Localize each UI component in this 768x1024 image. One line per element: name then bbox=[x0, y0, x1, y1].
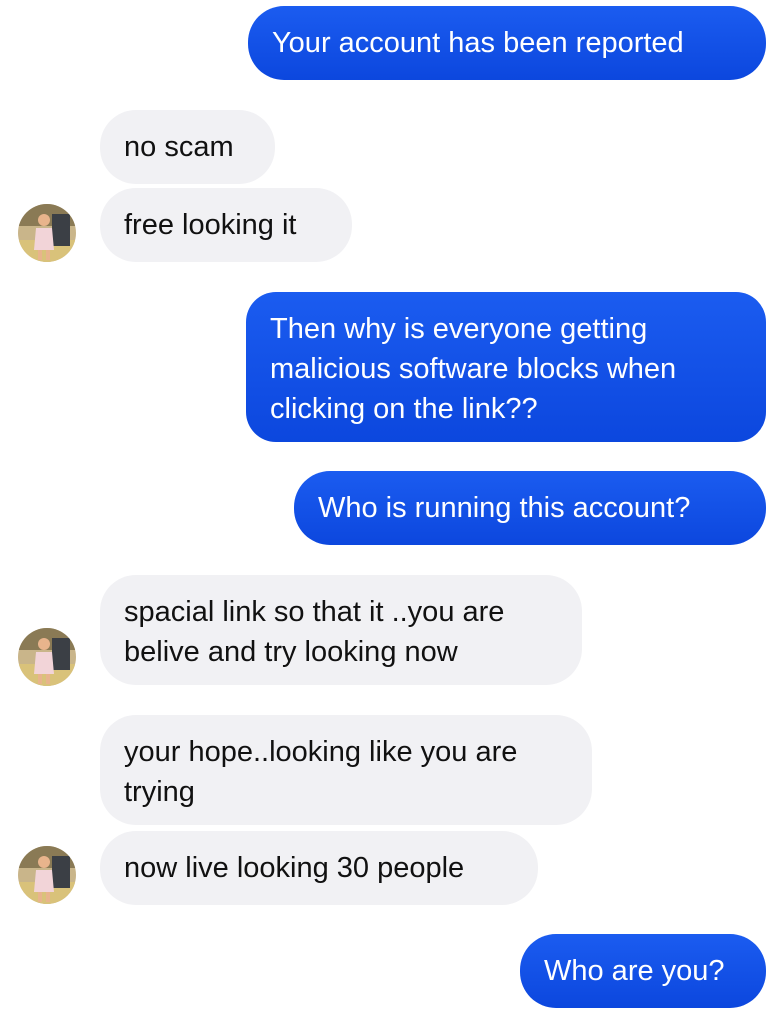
message-outgoing-1[interactable]: Your account has been reported bbox=[248, 6, 766, 80]
avatar-photo-icon bbox=[18, 628, 76, 686]
avatar-photo-icon bbox=[18, 204, 76, 262]
message-outgoing-3[interactable]: Who is running this account? bbox=[294, 471, 766, 545]
contact-avatar[interactable] bbox=[18, 846, 76, 904]
message-incoming-4[interactable]: your hope..looking like you are trying bbox=[100, 715, 592, 825]
message-incoming-2[interactable]: free looking it bbox=[100, 188, 352, 262]
contact-avatar[interactable] bbox=[18, 628, 76, 686]
message-incoming-1[interactable]: no scam bbox=[100, 110, 275, 184]
message-incoming-5[interactable]: now live looking 30 people bbox=[100, 831, 538, 905]
avatar-photo-icon bbox=[18, 846, 76, 904]
message-outgoing-4[interactable]: Who are you? bbox=[520, 934, 766, 1008]
message-incoming-3[interactable]: spacial link so that it ..you are belive… bbox=[100, 575, 582, 685]
contact-avatar[interactable] bbox=[18, 204, 76, 262]
message-outgoing-2[interactable]: Then why is everyone getting malicious s… bbox=[246, 292, 766, 442]
